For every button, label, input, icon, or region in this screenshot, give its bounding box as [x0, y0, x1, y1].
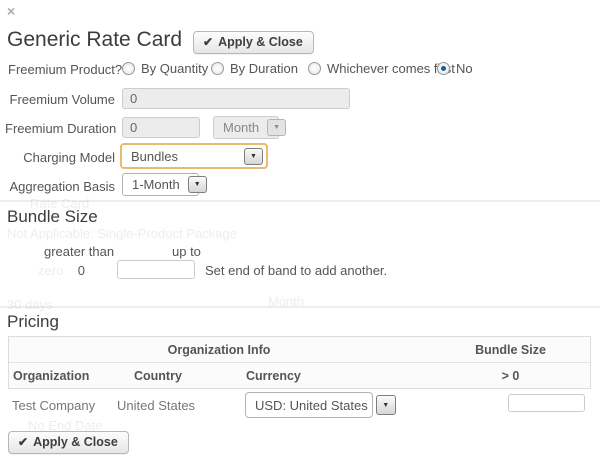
close-icon[interactable]: × — [7, 4, 15, 18]
organization-cell: Test Company — [12, 398, 95, 413]
radio-no[interactable]: No — [437, 61, 473, 76]
duration-unit-select[interactable]: Month ▼ — [213, 116, 279, 139]
charging-model-value: Bundles — [131, 149, 178, 164]
bundle-size-group-header: Bundle Size — [429, 343, 592, 357]
country-cell: United States — [117, 398, 195, 413]
radio-by-quantity[interactable]: By Quantity — [122, 61, 208, 76]
up-to-column-label: up to — [172, 244, 201, 259]
freemium-duration-label: Freemium Duration — [5, 121, 115, 136]
chevron-down-icon: ▼ — [267, 119, 286, 136]
section-divider — [0, 200, 600, 202]
band-greater-than-value: 0 — [55, 263, 85, 278]
apply-close-button-bottom[interactable]: ✔ Apply & Close — [8, 431, 129, 454]
radio-icon — [308, 62, 321, 75]
page-title: Generic Rate Card — [7, 28, 182, 52]
ghost-text: Not Applicable: Single-Product Package — [7, 226, 237, 241]
pricing-heading: Pricing — [7, 312, 59, 332]
check-icon: ✔ — [203, 35, 213, 49]
radio-label: No — [456, 61, 473, 76]
pricing-table-header: Organization Info Bundle Size Organizati… — [8, 336, 591, 389]
bundle-size-heading: Bundle Size — [7, 207, 98, 227]
freemium-volume-input[interactable] — [122, 88, 350, 109]
generic-rate-card-panel: × Generic Rate Card ✔ Apply & Close Free… — [0, 0, 600, 459]
currency-value: USD: United States — [255, 398, 368, 413]
apply-close-label: Apply & Close — [33, 435, 118, 449]
radio-selected-icon — [437, 62, 450, 75]
apply-close-button-top[interactable]: ✔ Apply & Close — [193, 31, 314, 54]
organization-info-group-header: Organization Info — [9, 343, 429, 357]
band-up-to-input[interactable] — [117, 260, 195, 279]
radio-label: By Quantity — [141, 61, 208, 76]
table-column-header-row: Organization Country Currency > 0 — [9, 363, 590, 389]
radio-icon — [122, 62, 135, 75]
aggregation-basis-select[interactable]: 1-Month ▼ — [122, 173, 199, 196]
currency-select[interactable]: USD: United States ▼ — [245, 392, 373, 418]
radio-by-duration[interactable]: By Duration — [211, 61, 298, 76]
freemium-volume-label: Freemium Volume — [5, 92, 115, 107]
duration-unit-value: Month — [223, 120, 259, 135]
radio-icon — [211, 62, 224, 75]
organization-column-header: Organization — [13, 369, 89, 383]
charging-model-label: Charging Model — [5, 150, 115, 165]
apply-close-label: Apply & Close — [218, 35, 303, 49]
freemium-duration-input[interactable] — [122, 117, 200, 138]
price-band-input[interactable] — [508, 394, 585, 412]
radio-label: Whichever comes first — [327, 61, 455, 76]
radio-whichever-comes-first[interactable]: Whichever comes first — [308, 61, 455, 76]
chevron-down-icon: ▼ — [188, 176, 207, 193]
check-icon: ✔ — [18, 435, 28, 449]
country-column-header: Country — [134, 369, 182, 383]
band-column-header: > 0 — [429, 369, 592, 383]
ghost-text: Month — [268, 294, 304, 309]
freemium-product-label: Freemium Product? — [8, 62, 122, 77]
currency-column-header: Currency — [246, 369, 301, 383]
chevron-down-icon: ▼ — [376, 395, 396, 415]
aggregation-basis-value: 1-Month — [132, 177, 180, 192]
aggregation-basis-label: Aggregation Basis — [5, 179, 115, 194]
greater-than-column-label: greater than — [44, 244, 114, 259]
radio-label: By Duration — [230, 61, 298, 76]
ghost-text: 30 days — [7, 297, 53, 312]
table-group-header-row: Organization Info Bundle Size — [9, 337, 590, 363]
band-hint-text: Set end of band to add another. — [205, 263, 387, 278]
charging-model-select[interactable]: Bundles ▼ — [120, 143, 268, 169]
chevron-down-icon: ▼ — [244, 148, 263, 165]
